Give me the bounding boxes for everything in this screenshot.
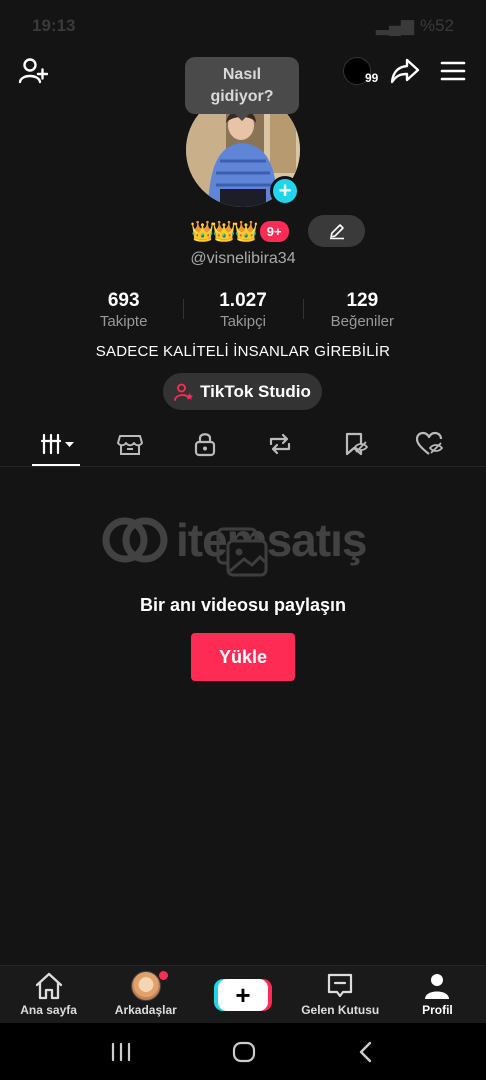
followers-label: Takipçi <box>220 313 266 330</box>
active-tab-indicator <box>32 464 80 466</box>
create-button[interactable]: + <box>218 978 268 1011</box>
stat-following[interactable]: 693 Takipte <box>64 290 183 332</box>
liked-hidden-icon <box>416 431 444 455</box>
tab-reposts[interactable] <box>263 429 297 459</box>
nav-profile-label: Profil <box>422 1003 453 1017</box>
add-user-button[interactable] <box>18 56 48 86</box>
shop-icon <box>117 435 143 455</box>
crown-badges: 👑👑👑 <box>190 220 259 243</box>
pencil-icon <box>329 224 344 240</box>
tab-favorites[interactable] <box>338 429 372 459</box>
nav-home-label: Ana sayfa <box>20 1003 77 1017</box>
nav-friends-label: Arkadaşlar <box>114 1003 177 1017</box>
signal-icon: ▂▄▆ <box>375 16 414 35</box>
followers-count: 1.027 <box>219 290 267 311</box>
status-bar: 19:13 ▂▄▆ %52 <box>0 0 486 52</box>
studio-user-icon <box>174 383 194 401</box>
tab-private[interactable] <box>188 429 222 459</box>
plus-icon: + <box>235 979 251 1010</box>
add-story-button[interactable]: + <box>270 176 300 206</box>
bottom-navigation: Ana sayfa Arkadaşlar + Gelen Kutusu Prof… <box>0 965 486 1023</box>
repost-icon <box>269 433 291 455</box>
system-navigation-bar <box>0 1023 486 1080</box>
studio-label: TikTok Studio <box>200 381 311 401</box>
tab-shop[interactable] <box>113 429 147 459</box>
content-tabs <box>0 423 486 467</box>
profile-icon <box>425 974 450 999</box>
tiktok-studio-button[interactable]: TikTok Studio <box>163 373 322 410</box>
battery-level: %52 <box>419 16 454 35</box>
tooltip-line-2: gidiyor? <box>210 88 274 105</box>
stat-followers[interactable]: 1.027 Takipçi <box>183 290 302 332</box>
nav-profile[interactable]: Profil <box>389 966 486 1023</box>
upload-button[interactable]: Yükle <box>191 633 295 681</box>
nav-home[interactable]: Ana sayfa <box>0 966 97 1023</box>
inbox-icon <box>328 973 353 998</box>
bookmark-hidden-icon <box>345 432 368 456</box>
nav-inbox-label: Gelen Kutusu <box>301 1003 380 1017</box>
stat-likes[interactable]: 129 Beğeniler <box>302 290 422 332</box>
tooltip-line-1: Nasıl <box>222 66 262 83</box>
following-count: 693 <box>107 290 140 311</box>
share-button[interactable] <box>389 54 421 86</box>
hamburger-menu-icon <box>440 61 466 81</box>
nav-friends[interactable]: Arkadaşlar <box>97 966 194 1023</box>
friends-avatar <box>130 971 161 1001</box>
coin-balance-button[interactable]: 99 <box>343 55 383 89</box>
status-prompt-tooltip[interactable]: Nasıl gidiyor? <box>185 57 299 121</box>
back-icon[interactable] <box>355 1040 377 1064</box>
edit-profile-button[interactable] <box>308 215 365 247</box>
notification-dot <box>159 971 169 980</box>
status-time: 19:13 <box>32 16 76 35</box>
badge-row[interactable]: 👑👑👑 9+ <box>190 215 289 247</box>
profile-bio: SADECE KALİTELİ İNSANLAR GİREBİLİR <box>95 343 391 360</box>
likes-count: 129 <box>346 290 379 311</box>
nav-inbox[interactable]: Gelen Kutusu <box>292 966 389 1023</box>
home-icon <box>35 972 62 1000</box>
lock-icon <box>194 433 216 457</box>
empty-state-title: Bir anı videosu paylaşın <box>139 595 347 615</box>
watermark-logo-icon <box>102 517 168 563</box>
username: @visnelibira34 <box>190 250 296 267</box>
recent-apps-icon[interactable] <box>109 1041 133 1063</box>
likes-label: Beğeniler <box>330 313 395 330</box>
tab-videos[interactable] <box>38 429 78 459</box>
menu-button[interactable] <box>438 56 468 86</box>
profile-stats: 693 Takipte 1.027 Takipçi 129 Beğeniler <box>64 290 422 332</box>
following-label: Takipte <box>99 313 148 330</box>
add-user-icon <box>18 58 48 84</box>
share-icon <box>390 58 420 84</box>
home-button-icon[interactable] <box>231 1040 257 1064</box>
tab-liked[interactable] <box>413 429 447 459</box>
status-icons: ▂▄▆ %52 <box>376 16 454 36</box>
videos-grid-icon <box>40 433 74 455</box>
nav-create[interactable]: + <box>194 966 291 1023</box>
coin-count: 99 <box>365 71 379 85</box>
level-badge[interactable]: 9+ <box>259 220 289 242</box>
photo-stack-icon <box>216 527 268 577</box>
